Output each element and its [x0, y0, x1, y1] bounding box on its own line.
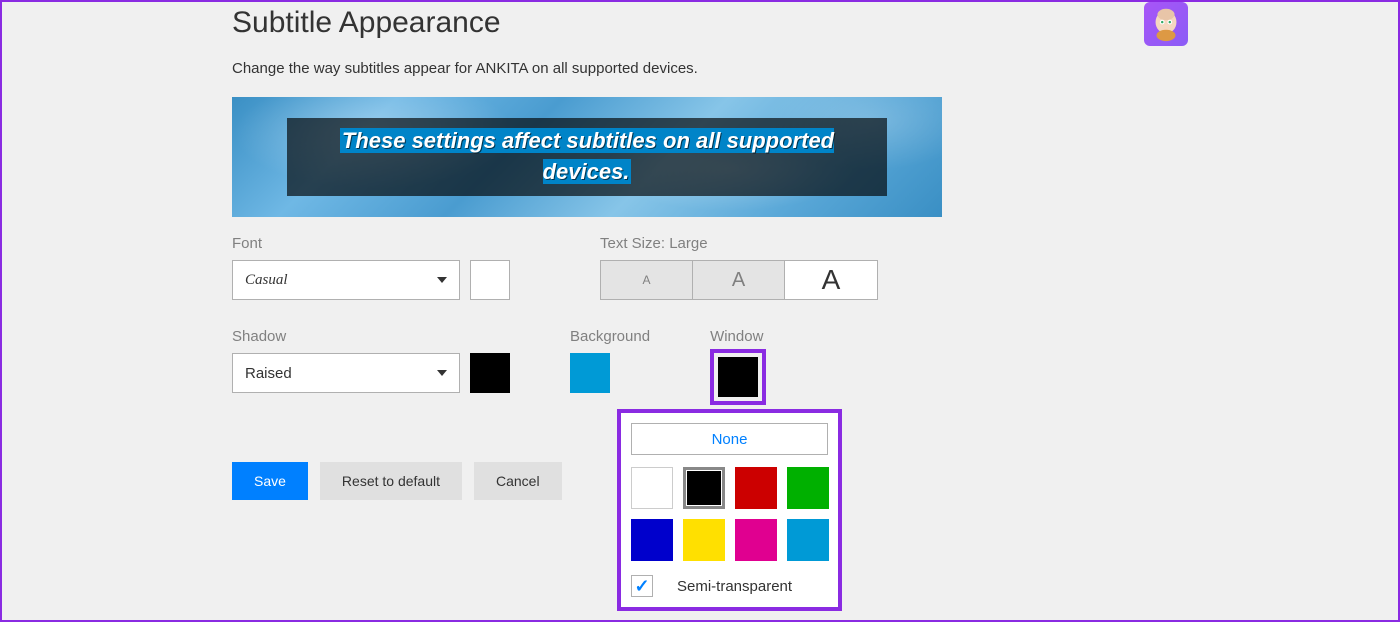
- background-label: Background: [570, 328, 650, 345]
- semi-transparent-label: Semi-transparent: [677, 578, 792, 595]
- background-color-swatch[interactable]: [570, 353, 610, 393]
- preview-window: These settings affect subtitles on all s…: [287, 118, 887, 196]
- profile-avatar[interactable]: [1144, 2, 1188, 46]
- save-button[interactable]: Save: [232, 462, 308, 500]
- color-option-cyan[interactable]: [787, 519, 829, 561]
- semi-transparent-checkbox[interactable]: ✓: [631, 575, 653, 597]
- shadow-select[interactable]: Raised: [232, 353, 460, 393]
- cancel-button[interactable]: Cancel: [474, 462, 562, 500]
- color-option-green[interactable]: [787, 467, 829, 509]
- text-size-large[interactable]: A: [785, 261, 877, 299]
- window-label: Window: [710, 328, 766, 345]
- color-option-yellow[interactable]: [683, 519, 725, 561]
- window-color-swatch[interactable]: [718, 357, 758, 397]
- shadow-color-swatch[interactable]: [470, 353, 510, 393]
- color-grid: [631, 467, 828, 561]
- text-size-medium[interactable]: A: [693, 261, 785, 299]
- color-option-white[interactable]: [631, 467, 673, 509]
- shadow-value: Raised: [245, 365, 292, 382]
- text-size-group: A A A: [600, 260, 878, 300]
- reset-button[interactable]: Reset to default: [320, 462, 462, 500]
- chevron-down-icon: [437, 370, 447, 376]
- window-swatch-highlight: [710, 349, 766, 405]
- color-none-button[interactable]: None: [631, 423, 828, 455]
- color-option-blue[interactable]: [631, 519, 673, 561]
- text-size-label: Text Size: Large: [600, 235, 878, 252]
- shadow-label: Shadow: [232, 328, 510, 345]
- text-size-small[interactable]: A: [601, 261, 693, 299]
- font-value: Casual: [245, 272, 288, 289]
- preview-text: These settings affect subtitles on all s…: [340, 128, 834, 184]
- subtitle-preview: These settings affect subtitles on all s…: [232, 97, 942, 217]
- color-option-black[interactable]: [683, 467, 725, 509]
- font-color-swatch[interactable]: [470, 260, 510, 300]
- page-subtitle: Change the way subtitles appear for ANKI…: [232, 60, 942, 77]
- font-label: Font: [232, 235, 510, 252]
- font-select[interactable]: Casual: [232, 260, 460, 300]
- color-option-red[interactable]: [735, 467, 777, 509]
- page-title: Subtitle Appearance: [232, 6, 942, 40]
- color-option-magenta[interactable]: [735, 519, 777, 561]
- window-color-popup: None ✓ Semi-transparent: [617, 409, 842, 611]
- chevron-down-icon: [437, 277, 447, 283]
